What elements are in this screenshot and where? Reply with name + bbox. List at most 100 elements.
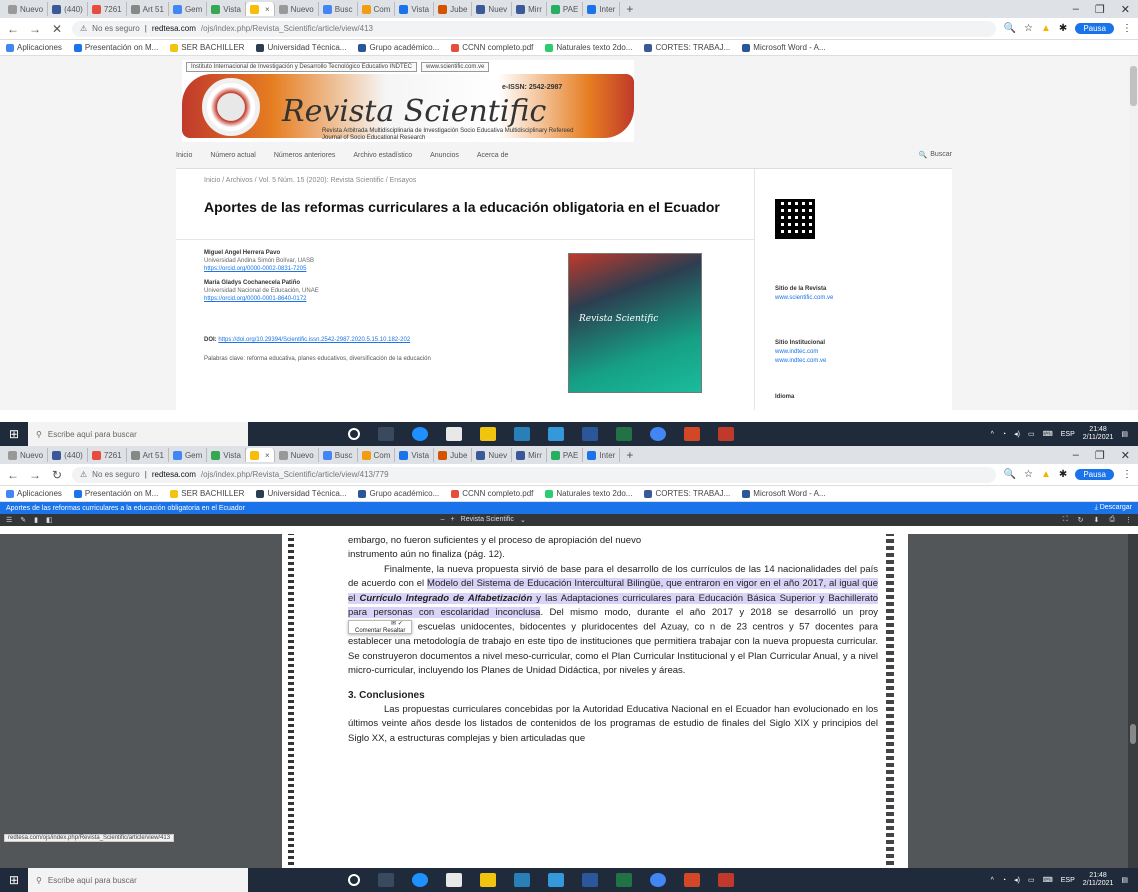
- nav-acerca[interactable]: Acerca de: [477, 152, 509, 159]
- rotate-icon[interactable]: ↻: [1078, 516, 1084, 524]
- cortana-icon[interactable]: [348, 874, 360, 886]
- forward-icon[interactable]: →: [28, 22, 42, 36]
- forward-icon[interactable]: →: [28, 468, 42, 482]
- bookmark-item[interactable]: CORTES: TRABAJ...: [644, 489, 730, 498]
- menu-icon[interactable]: ⋮: [1122, 23, 1132, 34]
- browser-tab[interactable]: Vista: [395, 448, 435, 462]
- browser-tab[interactable]: Vista: [395, 2, 435, 16]
- notifications-icon[interactable]: ▤: [1121, 430, 1128, 438]
- bookmark-item[interactable]: Aplicaciones: [6, 43, 62, 52]
- stop-icon[interactable]: ✕: [50, 22, 64, 36]
- network-icon[interactable]: ◔: [1002, 431, 1006, 438]
- bookmark-item[interactable]: SER BACHILLER: [170, 489, 244, 498]
- folder-icon[interactable]: [480, 873, 496, 887]
- zoom-out-icon[interactable]: –: [441, 516, 445, 524]
- browser-tab[interactable]: Inter: [583, 2, 621, 16]
- menu-icon[interactable]: ⋮: [1122, 469, 1132, 480]
- volume-icon[interactable]: ◂): [1014, 430, 1020, 438]
- bookmark-item[interactable]: Grupo académico...: [358, 489, 439, 498]
- search-button[interactable]: 🔍 Buscar: [918, 151, 952, 159]
- comment-icon[interactable]: ✉: [391, 621, 396, 627]
- browser-tab[interactable]: Jube: [434, 2, 473, 16]
- back-icon[interactable]: ←: [6, 22, 20, 36]
- browser-tab[interactable]: Vista: [207, 448, 246, 462]
- puzzle-icon[interactable]: ✱: [1059, 23, 1067, 34]
- zoom-in-icon[interactable]: +: [451, 516, 455, 524]
- pdf-scrollbar[interactable]: [1128, 534, 1138, 868]
- new-tab-icon[interactable]: +: [620, 2, 639, 16]
- reload-icon[interactable]: ↻: [50, 468, 64, 482]
- notifications-icon[interactable]: ▤: [1121, 876, 1128, 884]
- cortana-icon[interactable]: [348, 428, 360, 440]
- chrome-icon[interactable]: [650, 427, 666, 441]
- doi-link[interactable]: https://doi.org/10.29394/Scientific.issn…: [218, 337, 410, 343]
- bookmark-item[interactable]: Naturales texto 2do...: [545, 489, 632, 498]
- url-field[interactable]: ⚠ No es seguro | redtesa.com/ojs/index.p…: [72, 20, 996, 37]
- browser-tab[interactable]: ×: [245, 2, 275, 16]
- browser-tab[interactable]: Mirr: [512, 2, 547, 16]
- sidebar-toggle-icon[interactable]: ☰: [6, 516, 12, 524]
- browser-tab[interactable]: 7261: [88, 448, 127, 462]
- edge-icon[interactable]: [412, 873, 428, 887]
- browser-tab[interactable]: Nuevo: [4, 448, 49, 462]
- bookmark-item[interactable]: Microsoft Word - A...: [742, 489, 826, 498]
- back-icon[interactable]: ←: [6, 468, 20, 482]
- fit-page-icon[interactable]: ⛶: [1063, 516, 1068, 524]
- browser-tab[interactable]: Gem: [169, 2, 208, 16]
- pen-icon[interactable]: ✎: [20, 516, 26, 524]
- page-scrollbar[interactable]: [1129, 56, 1138, 410]
- bookmark-item[interactable]: Aplicaciones: [6, 489, 62, 498]
- store-icon[interactable]: [446, 427, 462, 441]
- browser-tab[interactable]: 7261: [88, 2, 127, 16]
- breadcrumb[interactable]: Inicio / Archivos / Vol. 5 Núm. 15 (2020…: [204, 177, 416, 184]
- eraser-icon[interactable]: ◧: [46, 516, 53, 524]
- browser-tab[interactable]: Nuevo: [275, 2, 319, 16]
- task-view-icon[interactable]: [378, 873, 394, 887]
- institution-link[interactable]: www.indtec.com: [775, 348, 826, 357]
- download-button[interactable]: ⤓ Descargar: [1095, 504, 1132, 512]
- bookmark-item[interactable]: Universidad Técnica...: [256, 489, 346, 498]
- institution-link[interactable]: www.indtec.com.ve: [775, 357, 826, 366]
- tray-chevron-icon[interactable]: ^: [991, 431, 994, 438]
- url-field[interactable]: ⚠ No es seguro | redtesa.com/ojs/index.p…: [72, 466, 996, 483]
- browser-tab[interactable]: Com: [358, 448, 396, 462]
- task-view-icon[interactable]: [378, 427, 394, 441]
- browser-tab[interactable]: (440): [48, 448, 88, 462]
- browser-tab[interactable]: Art 51: [127, 2, 169, 16]
- bookmark-item[interactable]: CORTES: TRABAJ...: [644, 43, 730, 52]
- highlight-tool-icon[interactable]: ✓: [398, 621, 403, 627]
- extension-icon[interactable]: ▲: [1041, 469, 1051, 480]
- clock[interactable]: 21:48 2/11/2021: [1083, 872, 1114, 888]
- pause-button[interactable]: Pausa: [1075, 469, 1114, 480]
- star-icon[interactable]: ☆: [1024, 469, 1033, 480]
- bookmark-item[interactable]: Naturales texto 2do...: [545, 43, 632, 52]
- battery-icon[interactable]: ▭: [1028, 430, 1035, 438]
- powerpoint-icon[interactable]: [684, 427, 700, 441]
- browser-tab[interactable]: Mirr: [512, 448, 547, 462]
- excel-icon[interactable]: [616, 427, 632, 441]
- browser-tab[interactable]: Vista: [207, 2, 246, 16]
- browser-tab[interactable]: Inter: [583, 448, 621, 462]
- bookmark-item[interactable]: Grupo académico...: [358, 43, 439, 52]
- close-tab-icon[interactable]: ×: [265, 451, 270, 460]
- language-label[interactable]: ESP: [1061, 877, 1075, 884]
- network-icon[interactable]: ◔: [1002, 877, 1006, 884]
- excel-icon[interactable]: [616, 873, 632, 887]
- chevron-down-icon[interactable]: ⌄: [520, 516, 526, 524]
- bookmark-item[interactable]: Universidad Técnica...: [256, 43, 346, 52]
- browser-tab[interactable]: (440): [48, 2, 88, 16]
- maximize-icon[interactable]: ❐: [1095, 3, 1105, 16]
- onedrive-icon[interactable]: [548, 873, 564, 887]
- browser-tab[interactable]: Busc: [319, 448, 358, 462]
- volume-icon[interactable]: ◂): [1014, 876, 1020, 884]
- browser-tab[interactable]: Nuev: [472, 2, 513, 16]
- puzzle-icon[interactable]: ✱: [1059, 469, 1067, 480]
- minimize-icon[interactable]: –: [1073, 3, 1079, 16]
- browser-tab[interactable]: PAE: [547, 2, 584, 16]
- photos-icon[interactable]: [718, 873, 734, 887]
- bookmark-item[interactable]: Microsoft Word - A...: [742, 43, 826, 52]
- word-icon[interactable]: [582, 873, 598, 887]
- star-icon[interactable]: ☆: [1024, 23, 1033, 34]
- folder-icon[interactable]: [480, 427, 496, 441]
- store-icon[interactable]: [446, 873, 462, 887]
